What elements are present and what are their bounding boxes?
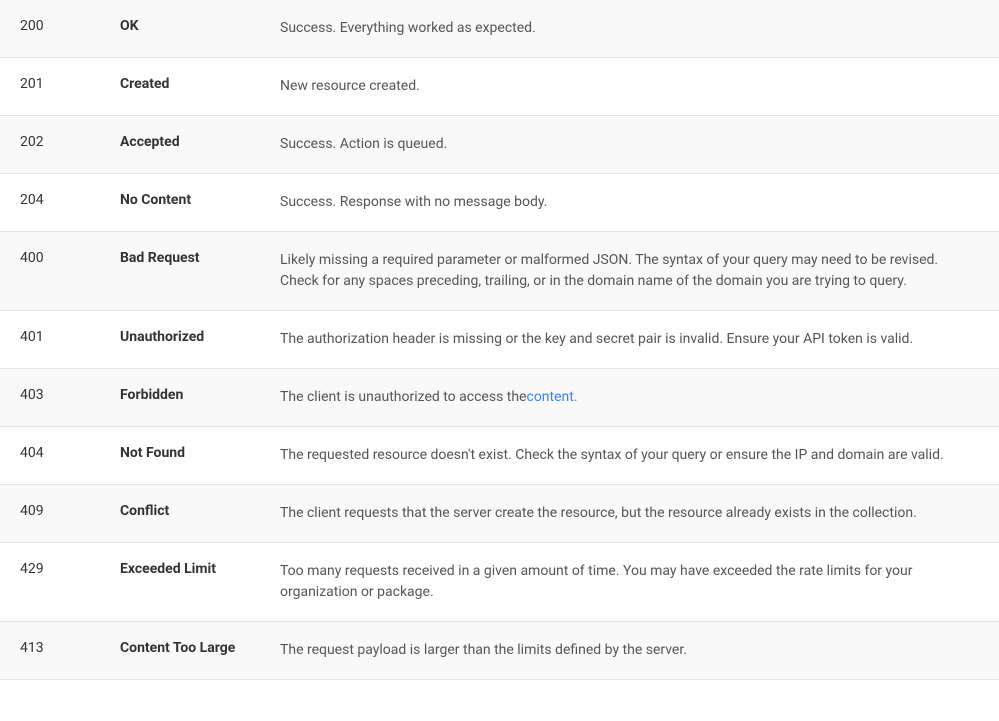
- status-name: No Content: [100, 174, 260, 231]
- status-name: Not Found: [100, 427, 260, 484]
- status-code: 413: [0, 622, 100, 679]
- table-row: 400Bad RequestLikely missing a required …: [0, 232, 999, 311]
- status-code: 401: [0, 311, 100, 368]
- table-row: 200OKSuccess. Everything worked as expec…: [0, 0, 999, 58]
- status-code: 403: [0, 369, 100, 426]
- status-description: New resource created.: [260, 58, 999, 115]
- status-code: 202: [0, 116, 100, 173]
- status-name: OK: [100, 0, 260, 57]
- status-name: Unauthorized: [100, 311, 260, 368]
- table-row: 204No ContentSuccess. Response with no m…: [0, 174, 999, 232]
- status-name: Forbidden: [100, 369, 260, 426]
- table-row: 403ForbiddenThe client is unauthorized t…: [0, 369, 999, 427]
- status-code: 400: [0, 232, 100, 310]
- status-description: Success. Everything worked as expected.: [260, 0, 999, 57]
- table-row: 429Exceeded LimitToo many requests recei…: [0, 543, 999, 622]
- status-name: Bad Request: [100, 232, 260, 310]
- table-row: 413Content Too LargeThe request payload …: [0, 622, 999, 680]
- status-description: The client is unauthorized to access the…: [260, 369, 999, 426]
- status-code: 429: [0, 543, 100, 621]
- table-row: 401UnauthorizedThe authorization header …: [0, 311, 999, 369]
- table-row: 409ConflictThe client requests that the …: [0, 485, 999, 543]
- status-description: Success. Action is queued.: [260, 116, 999, 173]
- status-code: 404: [0, 427, 100, 484]
- description-link[interactable]: content.: [526, 387, 577, 408]
- status-description: The authorization header is missing or t…: [260, 311, 999, 368]
- status-name: Exceeded Limit: [100, 543, 260, 621]
- status-description: Too many requests received in a given am…: [260, 543, 999, 621]
- status-code: 200: [0, 0, 100, 57]
- status-name: Content Too Large: [100, 622, 260, 679]
- status-description: Likely missing a required parameter or m…: [260, 232, 999, 310]
- status-description: Success. Response with no message body.: [260, 174, 999, 231]
- status-code: 204: [0, 174, 100, 231]
- status-name: Created: [100, 58, 260, 115]
- status-description: The client requests that the server crea…: [260, 485, 999, 542]
- table-row: 404Not FoundThe requested resource doesn…: [0, 427, 999, 485]
- table-row: 201CreatedNew resource created.: [0, 58, 999, 116]
- status-name: Accepted: [100, 116, 260, 173]
- status-code: 201: [0, 58, 100, 115]
- status-description: The requested resource doesn't exist. Ch…: [260, 427, 999, 484]
- status-name: Conflict: [100, 485, 260, 542]
- status-codes-table: 200OKSuccess. Everything worked as expec…: [0, 0, 999, 680]
- table-row: 202AcceptedSuccess. Action is queued.: [0, 116, 999, 174]
- status-code: 409: [0, 485, 100, 542]
- status-description: The request payload is larger than the l…: [260, 622, 999, 679]
